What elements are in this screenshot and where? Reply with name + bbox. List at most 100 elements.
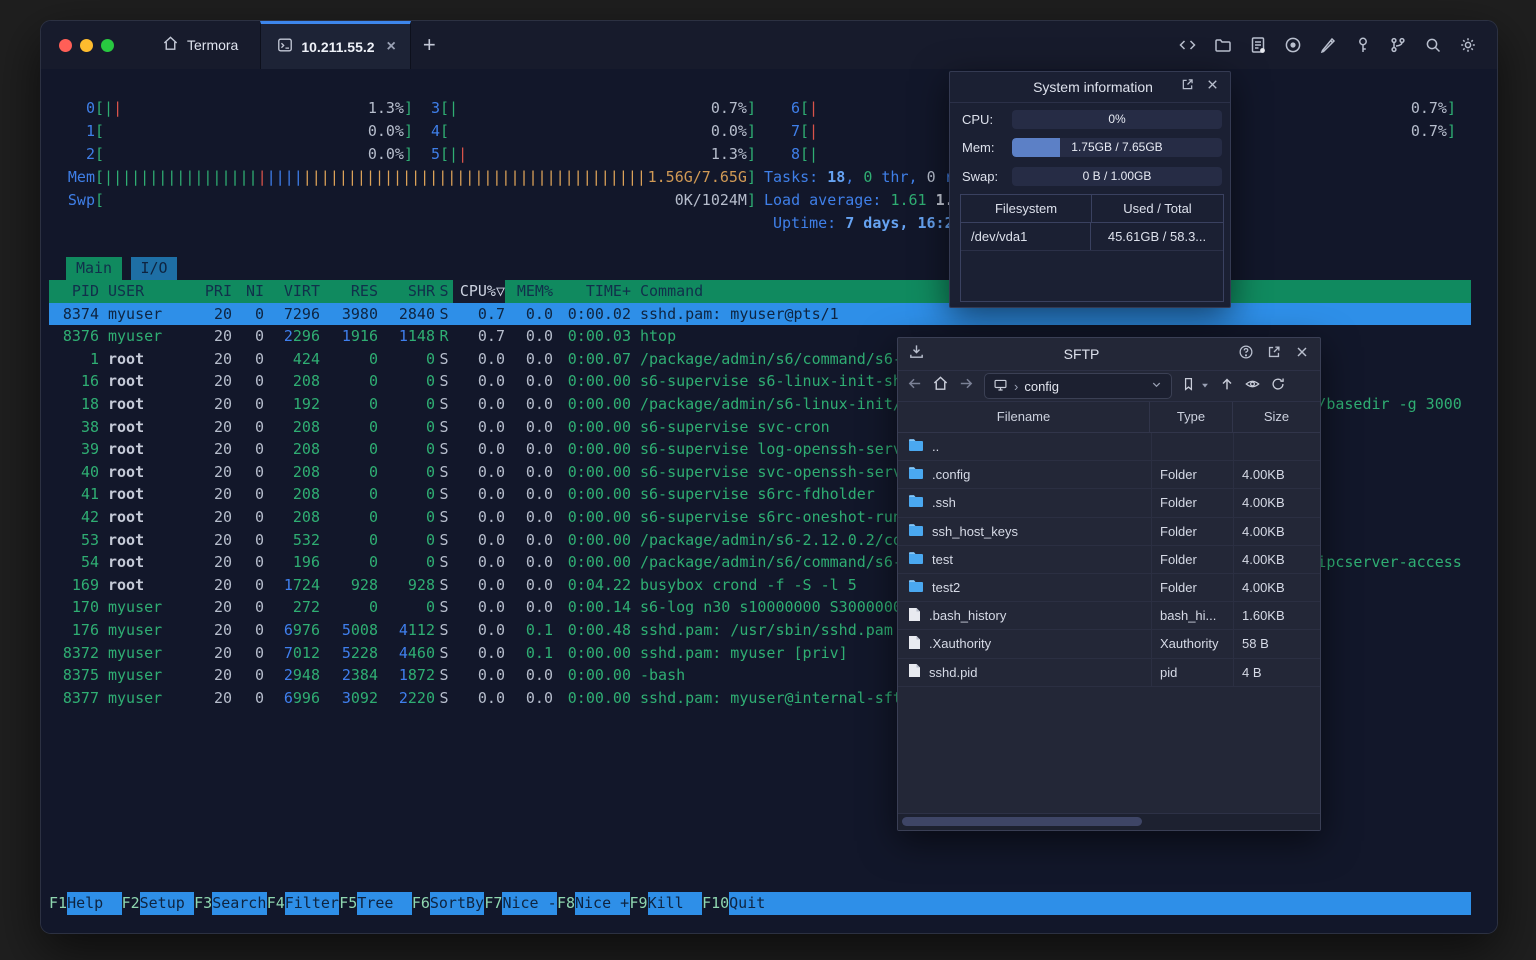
process-row[interactable]: 8374 myuser 20 0 7296 3980 2840 S 0.7 0.0 0:00.02 s… (49, 302, 1471, 326)
refresh-icon[interactable] (1270, 376, 1286, 397)
column-header-s[interactable]: S (435, 280, 453, 303)
column-header-pid[interactable]: PID (49, 280, 99, 303)
minimize-window-button[interactable] (80, 38, 93, 52)
column-header-ni[interactable]: NI (232, 280, 264, 303)
terminal-icon (277, 37, 293, 56)
folder-icon[interactable] (1214, 36, 1232, 54)
close-window-button[interactable] (59, 38, 72, 52)
back-icon[interactable] (906, 375, 923, 397)
sftp-row-ssh-host-keys[interactable]: ssh_host_keys Folder 4.00KB (898, 517, 1320, 546)
key-icon[interactable] (1354, 36, 1372, 54)
tab-ssh-session[interactable]: 10.211.55.2 × (260, 21, 411, 69)
htop-tab-main[interactable]: Main (66, 257, 122, 280)
computer-icon (993, 378, 1008, 395)
fkey-action-filter[interactable]: Filter (284, 892, 340, 915)
sftp-horizontal-scrollbar[interactable] (898, 813, 1320, 830)
record-icon[interactable] (1284, 36, 1302, 54)
type-column-header[interactable]: Type (1149, 402, 1232, 432)
file-type: pid (1151, 658, 1233, 686)
sftp-home-icon[interactable] (932, 375, 949, 397)
fkey-f6: F6 (411, 894, 430, 912)
show-hidden-eye-icon[interactable] (1244, 376, 1261, 397)
scrollbar-thumb[interactable] (902, 817, 1142, 826)
column-header-time[interactable]: TIME+ (553, 280, 631, 303)
download-icon[interactable] (908, 343, 925, 365)
fkey-action-nice[interactable]: Nice + (575, 892, 630, 915)
filename-column-header[interactable]: Filename (898, 402, 1149, 432)
help-icon[interactable] (1238, 344, 1254, 365)
pencil-icon[interactable] (1319, 36, 1337, 54)
column-header-shr[interactable]: SHR (378, 280, 435, 303)
sftp-open-external-icon[interactable] (1266, 344, 1282, 365)
filesystem-name: /dev/vda1 (961, 223, 1091, 250)
sftp-row-test[interactable]: test Folder 4.00KB (898, 545, 1320, 574)
function-key-bar: F1 Help F2 Setup F3 Search F4 Filter F5 Tree F6 Sor… (49, 892, 1471, 915)
tab-close-icon[interactable]: × (387, 38, 396, 56)
file-name: .Xauthority (929, 636, 992, 652)
folder-icon (908, 579, 924, 596)
file-size: 58 B (1233, 630, 1320, 658)
sftp-close-icon[interactable] (1294, 344, 1310, 365)
file-type: bash_hi... (1151, 602, 1233, 630)
fkey-action-search[interactable]: Search (212, 892, 267, 915)
bookmark-icon[interactable] (1181, 376, 1196, 397)
fkey-action-kill[interactable]: Kill (647, 892, 703, 915)
swap-label: Swap: (962, 168, 999, 184)
code-icon[interactable] (1178, 36, 1197, 54)
sysinfo-title-bar: System information (950, 72, 1230, 103)
path-breadcrumb[interactable]: › config (984, 373, 1172, 399)
sftp-row--config[interactable]: .config Folder 4.00KB (898, 461, 1320, 490)
size-column-header[interactable]: Size (1232, 402, 1320, 432)
column-header-user[interactable]: USER (99, 280, 196, 303)
column-header-mem[interactable]: MEM% (505, 280, 553, 303)
app-window: Termora 10.211.55.2 × + 0[|| 1.3%] 1[0.0%]… (40, 20, 1498, 934)
fkey-action-quit[interactable]: Quit (729, 892, 784, 915)
column-header-cpu[interactable]: CPU%▽ (453, 280, 505, 303)
sftp-row-test2[interactable]: test2 Folder 4.00KB (898, 573, 1320, 603)
file-size: 4.00KB (1233, 573, 1320, 602)
process-table-header[interactable]: PID USER PRI NI VIRT RES SHR S CPU%▽ MEM% TIME+ Com… (49, 280, 1471, 303)
sftp-row--bash-history[interactable]: .bash_history bash_hi... 1.60KB (898, 602, 1320, 631)
up-directory-icon[interactable] (1219, 376, 1235, 397)
sftp-row--[interactable]: .. (898, 433, 1320, 462)
tab-termora-home[interactable]: Termora (140, 21, 260, 69)
fkey-action-setup[interactable]: Setup (139, 892, 195, 915)
sftp-row--ssh[interactable]: .ssh Folder 4.00KB (898, 489, 1320, 518)
file-name: .ssh (932, 495, 956, 511)
cpu-label: CPU: (962, 111, 994, 127)
mem-bar: 1.75GB / 7.65GB (1012, 137, 1222, 157)
meter-0: 0[|| 1.3%] (85, 99, 413, 117)
column-header-pri[interactable]: PRI (196, 280, 232, 303)
htop-tab-io[interactable]: I/O (131, 257, 177, 280)
sysinfo-close-icon[interactable] (1205, 77, 1220, 97)
swap-value: 0 B / 1.00GB (1082, 168, 1152, 183)
sysinfo-mem-row: Mem: 1.75GB / 7.65GB (962, 137, 1222, 157)
fkey-action-help[interactable]: Help (67, 892, 122, 915)
sysinfo-open-external-icon[interactable] (1180, 77, 1195, 97)
fkey-action-nice[interactable]: Nice - (502, 892, 557, 915)
path-chevron-down-icon[interactable] (1150, 378, 1163, 394)
file-type: Folder (1151, 489, 1233, 517)
sftp-table-header[interactable]: Filename Type Size (898, 402, 1320, 433)
meter-2: 2[0.0%] (85, 145, 413, 163)
column-header-res[interactable]: RES (320, 280, 378, 303)
maximize-window-button[interactable] (101, 38, 114, 52)
settings-gear-icon[interactable] (1459, 36, 1477, 54)
filesystem-row[interactable]: /dev/vda1 45.61GB / 58.3... (961, 223, 1223, 251)
branch-icon[interactable] (1389, 36, 1407, 54)
filesystem-column-header: Filesystem (961, 195, 1092, 222)
sftp-row--xauthority[interactable]: .Xauthority Xauthority 58 B (898, 630, 1320, 659)
fkey-action-sortby[interactable]: SortBy (429, 892, 485, 915)
bookmark-caret-icon[interactable] (1200, 377, 1210, 395)
new-tab-button[interactable]: + (423, 32, 436, 58)
search-icon[interactable] (1424, 36, 1442, 54)
sftp-row-sshd-pid[interactable]: sshd.pid pid 4 B (898, 658, 1320, 687)
column-header-virt[interactable]: VIRT (264, 280, 320, 303)
cpu-value: 0% (1108, 111, 1126, 126)
notes-icon[interactable] (1249, 36, 1267, 54)
file-type: Folder (1151, 517, 1233, 545)
sftp-panel: SFTP › config Filename Type Size .. .con… (897, 337, 1321, 831)
fkey-action-tree[interactable]: Tree (357, 892, 412, 915)
file-name: ssh_host_keys (932, 523, 1018, 539)
forward-icon[interactable] (958, 375, 975, 397)
